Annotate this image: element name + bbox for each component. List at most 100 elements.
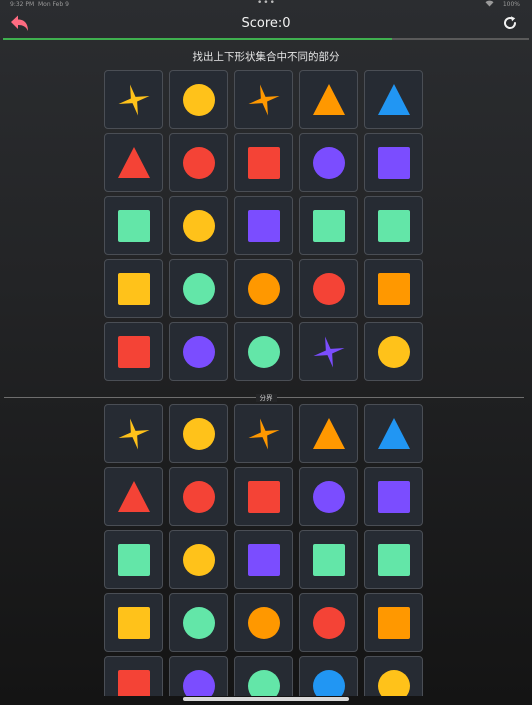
bottom-cell-2-4[interactable]: [364, 530, 423, 589]
circle-orange-icon: [247, 606, 280, 639]
bottom-shape-grid: [104, 404, 425, 696]
bottom-cell-0-1[interactable]: [169, 404, 228, 463]
top-cell-1-4[interactable]: [364, 133, 423, 192]
square-red-icon: [247, 146, 280, 179]
bottom-cell-4-4[interactable]: [364, 656, 423, 696]
bottom-cell-0-4[interactable]: [364, 404, 423, 463]
bottom-cell-1-1[interactable]: [169, 467, 228, 526]
bottom-cell-2-3[interactable]: [299, 530, 358, 589]
top-cell-0-0[interactable]: [104, 70, 163, 129]
top-cell-0-2[interactable]: [234, 70, 293, 129]
top-cell-1-1[interactable]: [169, 133, 228, 192]
status-date: Mon Feb 9: [38, 1, 69, 8]
top-cell-2-3[interactable]: [299, 196, 358, 255]
bottom-cell-4-3[interactable]: [299, 656, 358, 696]
top-cell-2-1[interactable]: [169, 196, 228, 255]
circle-purple-icon: [182, 669, 215, 696]
bottom-cell-1-4[interactable]: [364, 467, 423, 526]
circle-green-icon: [182, 272, 215, 305]
circle-red-icon: [182, 146, 215, 179]
bottom-cell-0-3[interactable]: [299, 404, 358, 463]
square-purple-icon: [377, 146, 410, 179]
square-purple-icon: [377, 480, 410, 513]
square-purple-icon: [247, 209, 280, 242]
bottom-cell-1-3[interactable]: [299, 467, 358, 526]
bottom-cell-2-1[interactable]: [169, 530, 228, 589]
bottom-cell-1-0[interactable]: [104, 467, 163, 526]
top-cell-3-2[interactable]: [234, 259, 293, 318]
circle-green-icon: [247, 335, 280, 368]
square-yellow-icon: [117, 272, 150, 305]
bottom-cell-4-1[interactable]: [169, 656, 228, 696]
pinwheel-orange-icon: [248, 418, 279, 449]
square-green-icon: [117, 543, 150, 576]
pinwheel-orange-icon: [248, 84, 279, 115]
bottom-cell-3-1[interactable]: [169, 593, 228, 652]
top-cell-3-1[interactable]: [169, 259, 228, 318]
bottom-cell-2-2[interactable]: [234, 530, 293, 589]
pinwheel-purple-icon: [313, 336, 344, 367]
circle-yellow-icon: [377, 669, 410, 696]
top-cell-4-2[interactable]: [234, 322, 293, 381]
circle-yellow-icon: [182, 543, 215, 576]
top-cell-2-0[interactable]: [104, 196, 163, 255]
top-cell-2-2[interactable]: [234, 196, 293, 255]
battery-level: 100%: [502, 1, 520, 8]
top-cell-1-2[interactable]: [234, 133, 293, 192]
circle-green-icon: [247, 669, 280, 696]
top-cell-0-4[interactable]: [364, 70, 423, 129]
top-cell-4-1[interactable]: [169, 322, 228, 381]
circle-red-icon: [182, 480, 215, 513]
top-cell-3-3[interactable]: [299, 259, 358, 318]
circle-yellow-icon: [182, 209, 215, 242]
bottom-cell-3-4[interactable]: [364, 593, 423, 652]
top-cell-4-0[interactable]: [104, 322, 163, 381]
bottom-cell-0-0[interactable]: [104, 404, 163, 463]
top-shape-grid: [104, 70, 425, 381]
bottom-cell-4-2[interactable]: [234, 656, 293, 696]
time-progress-bar: [3, 38, 529, 40]
bottom-cell-2-0[interactable]: [104, 530, 163, 589]
bottom-grid-viewport[interactable]: [0, 398, 532, 696]
bottom-cell-3-2[interactable]: [234, 593, 293, 652]
top-cell-0-3[interactable]: [299, 70, 358, 129]
multitask-dots-icon[interactable]: •••: [257, 0, 276, 8]
status-time: 9:32 PM: [10, 1, 35, 8]
pinwheel-yellow-icon: [118, 84, 149, 115]
circle-yellow-icon: [182, 83, 215, 116]
triangle-orange-icon: [312, 83, 345, 115]
top-cell-1-0[interactable]: [104, 133, 163, 192]
circle-purple-icon: [312, 480, 345, 513]
top-cell-3-0[interactable]: [104, 259, 163, 318]
circle-orange-icon: [247, 272, 280, 305]
top-cell-4-4[interactable]: [364, 322, 423, 381]
top-cell-1-3[interactable]: [299, 133, 358, 192]
bottom-cell-4-0[interactable]: [104, 656, 163, 696]
bottom-cell-3-0[interactable]: [104, 593, 163, 652]
triangle-orange-icon: [312, 417, 345, 449]
top-bar: Score:0: [0, 12, 532, 38]
time-progress-fill: [3, 38, 393, 40]
wifi-icon: [485, 0, 494, 11]
circle-green-icon: [182, 606, 215, 639]
square-green-icon: [312, 209, 345, 242]
circle-yellow-icon: [377, 335, 410, 368]
triangle-blue-icon: [377, 83, 410, 115]
circle-red-icon: [312, 272, 345, 305]
home-indicator[interactable]: [183, 697, 349, 701]
top-cell-4-3[interactable]: [299, 322, 358, 381]
triangle-red-icon: [117, 480, 150, 512]
square-red-icon: [247, 480, 280, 513]
top-cell-0-1[interactable]: [169, 70, 228, 129]
top-cell-3-4[interactable]: [364, 259, 423, 318]
pinwheel-yellow-icon: [118, 418, 149, 449]
bottom-cell-0-2[interactable]: [234, 404, 293, 463]
square-red-icon: [117, 335, 150, 368]
bottom-cell-3-3[interactable]: [299, 593, 358, 652]
top-cell-2-4[interactable]: [364, 196, 423, 255]
refresh-button[interactable]: [502, 15, 518, 31]
square-green-icon: [377, 543, 410, 576]
status-bar: 9:32 PM Mon Feb 9 ••• 100%: [0, 0, 532, 10]
bottom-cell-1-2[interactable]: [234, 467, 293, 526]
square-green-icon: [117, 209, 150, 242]
